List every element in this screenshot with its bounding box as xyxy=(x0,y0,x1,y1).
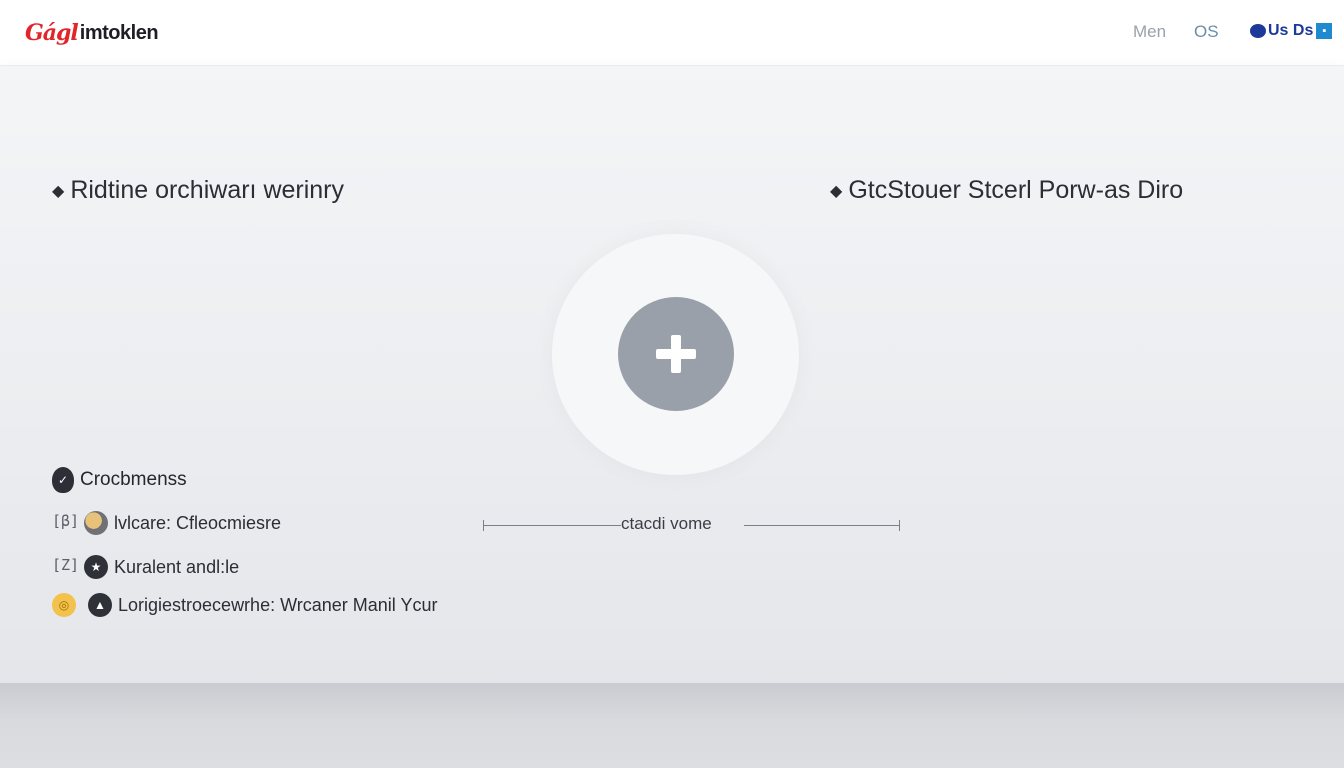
nav-item-os[interactable]: OS xyxy=(1194,22,1219,42)
diamond-bullet-icon: ◆ xyxy=(52,182,65,200)
add-button[interactable] xyxy=(618,297,734,411)
list-title-text: Crocbmenss xyxy=(80,469,187,490)
star-icon: ★ xyxy=(84,555,108,579)
brand-square-icon: ▪ xyxy=(1316,23,1333,39)
plus-icon-bar xyxy=(656,349,696,359)
top-header: Gágl imtoklen Men OS Us Ds ▪ xyxy=(0,0,1344,66)
gold-coin-icon: ◎ xyxy=(52,593,76,617)
list-item-text: lvlcare: Cfleocmiesre xyxy=(114,512,282,533)
logo[interactable]: Gágl imtoklen xyxy=(25,18,159,48)
divider-line xyxy=(483,525,621,526)
divider: ctacdi vome xyxy=(483,514,900,535)
divider-label: ctacdi vome xyxy=(621,514,712,533)
list-item[interactable]: [β] lvlcare: Cfleocmiesre xyxy=(52,511,281,535)
key-glyph-icon: [Z] xyxy=(52,556,80,574)
nav-brand-link[interactable]: Us Ds ▪ xyxy=(1250,22,1333,40)
divider-line xyxy=(744,525,900,526)
list-item[interactable]: [Z] ★ Kuralent andl:le xyxy=(52,555,239,579)
list-item-text: Lorigiestroecewrhe: Wrcaner Manil Ycur xyxy=(118,594,438,615)
nav-brand-label: Us Ds xyxy=(1268,22,1314,39)
coin-icon xyxy=(84,511,108,535)
doc-glyph-icon: [β] xyxy=(52,512,80,530)
logo-mark: Gágl xyxy=(25,20,79,46)
page-background xyxy=(0,683,1344,768)
diamond-bullet-icon: ◆ xyxy=(830,182,843,200)
heading-left-text: Ridtine orchiwarı werinry xyxy=(70,176,345,204)
heading-right-text: GtcStouer Stcerl Porw-as Diro xyxy=(848,176,1184,204)
chevron-up-icon: ▲ xyxy=(88,593,112,617)
heading-left: ◆ Ridtine orchiwarı werinry xyxy=(52,176,344,205)
logo-wordmark: imtoklen xyxy=(79,21,159,44)
divider-cap xyxy=(899,520,900,531)
heading-right: ◆ GtcStouer Stcerl Porw-as Diro xyxy=(830,176,1183,205)
list-item[interactable]: ◎ ▲ Lorigiestroecewrhe: Wrcaner Manil Yc… xyxy=(52,593,437,617)
list-item-text: Kuralent andl:le xyxy=(114,556,240,577)
nav-item-men[interactable]: Men xyxy=(1133,22,1166,42)
list-title: ✓ Crocbmenss xyxy=(52,467,187,493)
shield-icon: ✓ xyxy=(52,467,74,493)
brand-dot-icon xyxy=(1250,24,1266,38)
